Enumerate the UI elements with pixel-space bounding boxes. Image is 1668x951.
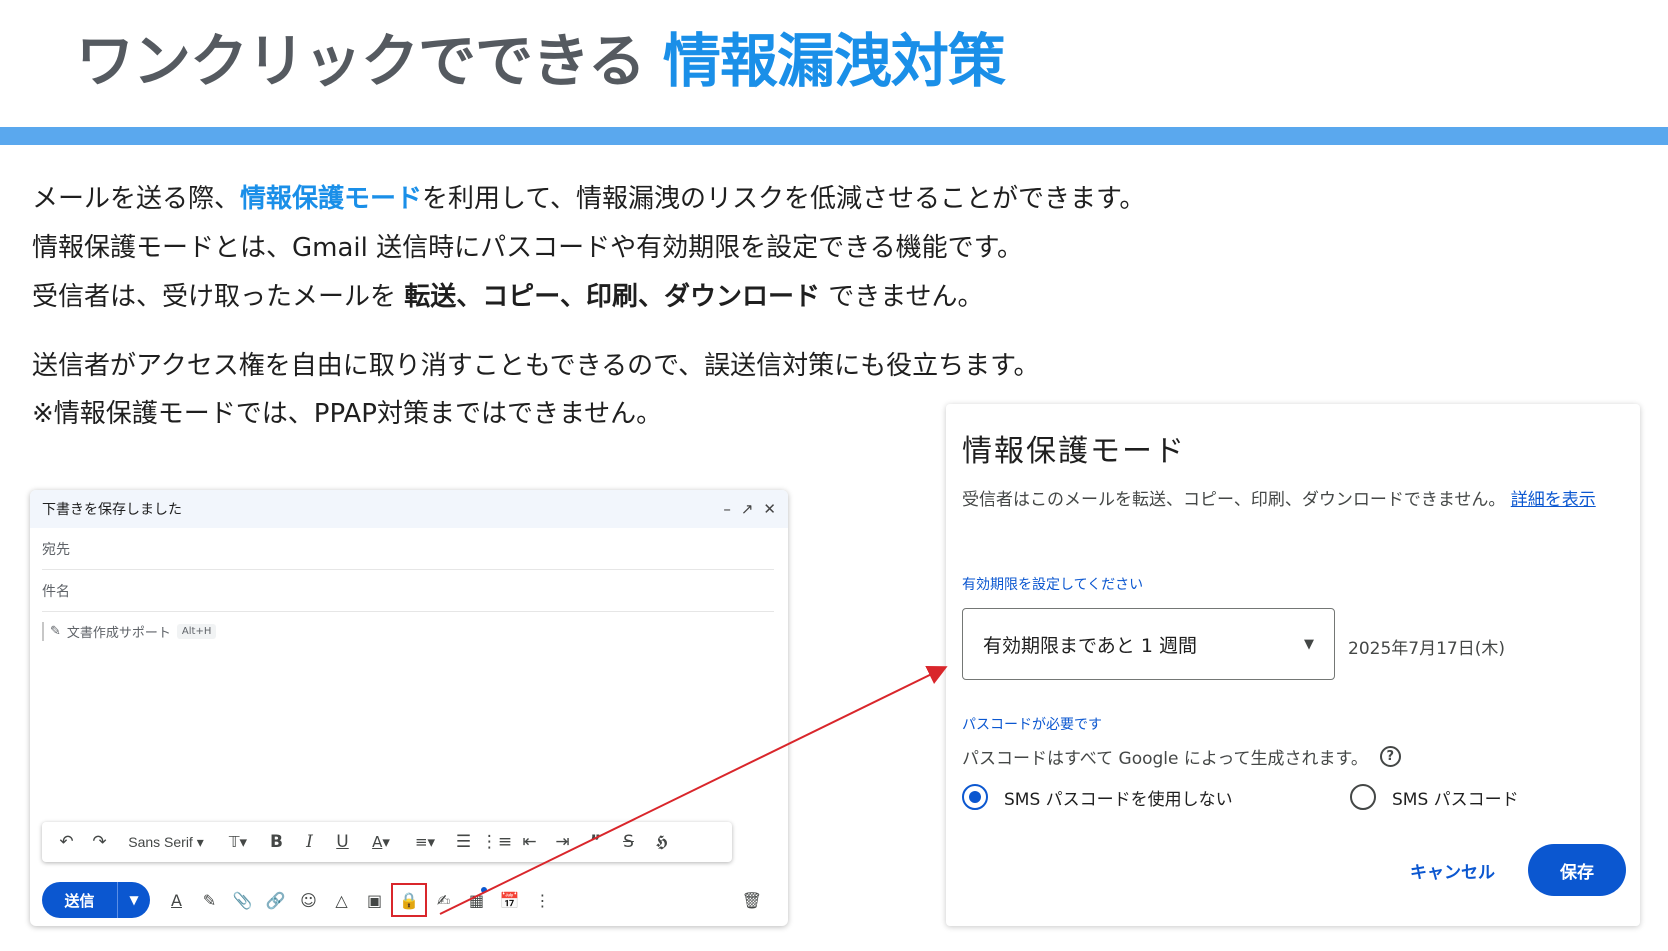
radio-sms[interactable]: [1350, 784, 1376, 810]
emoji-icon[interactable]: ☺: [292, 891, 325, 910]
body-line-1: メールを送る際、情報保護モードを利用して、情報漏洩のリスクを低減させることができ…: [32, 184, 1146, 214]
indent-more-icon[interactable]: ⇥: [546, 832, 579, 852]
slide-title-accent: 情報漏洩対策: [662, 27, 1006, 95]
to-placeholder: 宛先: [42, 541, 70, 558]
signature-icon[interactable]: ✍: [427, 891, 460, 910]
quote-icon[interactable]: ”: [579, 832, 612, 852]
option-no-sms[interactable]: SMS パスコードを使用しない: [962, 784, 1233, 810]
option-sms[interactable]: SMS パスコード: [1350, 784, 1519, 810]
send-options-button[interactable]: ▼: [117, 882, 150, 918]
to-field[interactable]: 宛先: [42, 528, 774, 570]
new-feature-dot: [481, 886, 487, 893]
body-line-3: 受信者は、受け取ったメールを 転送、コピー、印刷、ダウンロード できません。: [32, 282, 984, 312]
more-options-icon[interactable]: ⋮: [526, 891, 559, 910]
confidential-mode-lock-icon[interactable]: 🔒: [391, 883, 427, 917]
attach-file-icon[interactable]: 📎: [226, 891, 259, 910]
dialog-description: 受信者はこのメールを転送、コピー、印刷、ダウンロードできません。 詳細を表示: [962, 490, 1596, 510]
minimize-icon[interactable]: –: [723, 500, 731, 518]
slide-title-main: ワンクリックでできる: [76, 27, 646, 95]
expand-icon[interactable]: ↗: [741, 500, 754, 518]
schedule-calendar-icon[interactable]: 📅: [493, 891, 526, 910]
compose-window: 下書きを保存しました – ↗ ✕ 宛先 件名 ✎ 文書作成サポート Alt+H …: [30, 490, 788, 926]
body-line-4: 送信者がアクセス権を自由に取り消すこともできるので、誤送信対策にも役立ちます。: [32, 351, 1040, 381]
subject-placeholder: 件名: [42, 583, 70, 600]
dialog-title: 情報保護モード: [962, 434, 1186, 469]
option-sms-label: SMS パスコード: [1392, 789, 1519, 810]
passcode-label: パスコードが必要です: [962, 717, 1102, 733]
underline-icon[interactable]: U: [326, 832, 359, 852]
compose-header: 下書きを保存しました – ↗ ✕: [30, 490, 788, 528]
info-protection-mode-highlight: 情報保護モード: [240, 184, 423, 214]
pen-sparkle-icon: ✎: [50, 624, 61, 639]
google-drive-icon[interactable]: △: [325, 891, 358, 910]
expiry-select[interactable]: 有効期限まであと 1 週間 ▼: [962, 608, 1335, 680]
font-family-select[interactable]: Sans Serif ▾: [116, 834, 216, 851]
compose-header-title: 下書きを保存しました: [42, 502, 182, 518]
title-divider-bar: [0, 127, 1668, 145]
undo-icon[interactable]: ↶: [50, 832, 83, 852]
magic-pen-icon[interactable]: ✎: [193, 891, 226, 910]
close-icon[interactable]: ✕: [763, 500, 776, 518]
insert-photo-icon[interactable]: ▣: [358, 891, 391, 910]
writing-assist-shortcut: Alt+H: [176, 624, 217, 639]
dropdown-caret-icon: ▼: [1304, 636, 1314, 652]
writing-assist[interactable]: ✎ 文書作成サポート Alt+H: [42, 622, 217, 641]
writing-assist-label: 文書作成サポート: [66, 626, 171, 641]
numbered-list-icon[interactable]: ☰: [447, 832, 480, 852]
subject-field[interactable]: 件名: [42, 570, 774, 612]
passcode-note: パスコードはすべて Google によって生成されます。 ?: [962, 744, 1401, 769]
radio-no-sms[interactable]: [962, 784, 988, 810]
indent-less-icon[interactable]: ⇤: [513, 832, 546, 852]
help-icon[interactable]: ?: [1379, 746, 1401, 767]
save-button[interactable]: 保存: [1528, 844, 1626, 896]
redo-icon[interactable]: ↷: [83, 832, 116, 852]
send-button[interactable]: 送信: [42, 882, 117, 918]
expiry-selected-value: 有効期限まであと 1 週間: [983, 634, 1197, 657]
formatting-toolbar: ↶ ↷ Sans Serif ▾ 𝕋▾ B I U A▾ ≡▾ ☰ ⋮≡ ⇤ ⇥…: [42, 822, 732, 862]
align-icon[interactable]: ≡▾: [403, 833, 447, 851]
italic-icon[interactable]: I: [293, 832, 326, 852]
strikethrough-icon[interactable]: S: [612, 832, 645, 852]
layout-template-icon[interactable]: ▦: [460, 886, 493, 910]
learn-more-link[interactable]: 詳細を表示: [1511, 490, 1596, 510]
discard-draft-icon[interactable]: 🗑: [742, 891, 762, 910]
option-no-sms-label: SMS パスコードを使用しない: [1004, 789, 1233, 810]
remove-formatting-icon[interactable]: 𝕳: [645, 832, 678, 852]
confidential-mode-dialog: 情報保護モード 受信者はこのメールを転送、コピー、印刷、ダウンロードできません。…: [946, 404, 1640, 926]
text-color-icon[interactable]: A▾: [359, 833, 403, 851]
insert-link-icon[interactable]: 🔗: [259, 891, 292, 910]
formatting-options-icon[interactable]: A: [160, 891, 193, 910]
restricted-actions-highlight: 転送、コピー、印刷、ダウンロード: [404, 282, 821, 312]
expiry-label: 有効期限を設定してください: [962, 577, 1144, 593]
bold-icon[interactable]: B: [260, 832, 293, 852]
cancel-button[interactable]: キャンセル: [1410, 844, 1495, 896]
body-line-2: 情報保護モードとは、Gmail 送信時にパスコードや有効期限を設定できる機能です…: [32, 233, 1024, 263]
body-line-5: ※情報保護モードでは、PPAP対策まではできません。: [32, 399, 663, 429]
expiry-date: 2025年7月17日(木): [1348, 639, 1505, 659]
compose-bottom-bar: 送信 ▼ A ✎ 📎 🔗 ☺ △ ▣ 🔒 ✍ ▦ 📅 ⋮ 🗑: [42, 882, 768, 918]
bulleted-list-icon[interactable]: ⋮≡: [480, 832, 513, 852]
font-size-icon[interactable]: 𝕋▾: [216, 833, 260, 851]
slide-title: ワンクリックでできる 情報漏洩対策: [76, 14, 1006, 98]
